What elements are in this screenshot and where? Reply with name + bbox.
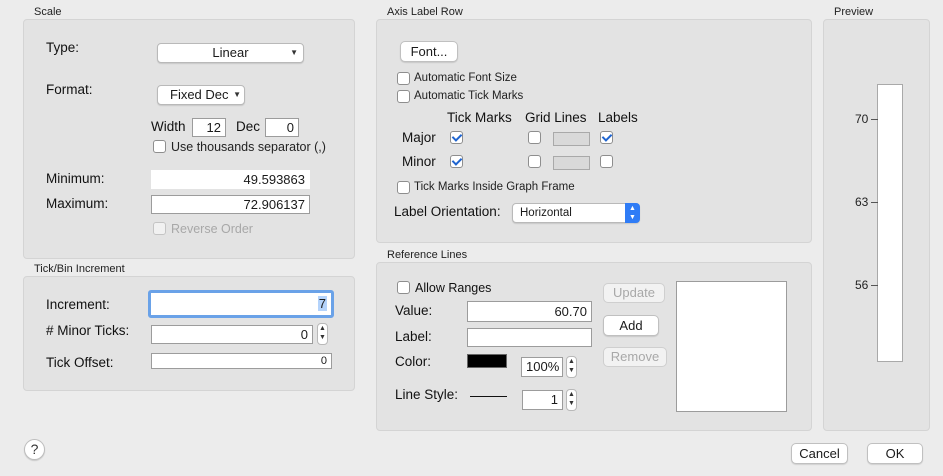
minor-ticks-field[interactable]: 0 — [151, 325, 313, 344]
type-popup[interactable]: Linear ▼ — [157, 43, 304, 63]
preview-tick-label: 56 — [855, 278, 869, 292]
format-popup[interactable]: Fixed Dec ▼ — [157, 85, 245, 105]
color-label: Color: — [395, 354, 432, 369]
chevron-down-icon: ▼ — [290, 48, 298, 57]
thousands-separator-label: Use thousands separator (,) — [171, 140, 326, 154]
preview-tick-label: 63 — [855, 195, 869, 209]
tick-marks-inside-frame-label: Tick Marks Inside Graph Frame — [414, 181, 575, 193]
automatic-font-size-label: Automatic Font Size — [414, 72, 517, 84]
scale-group-title: Scale — [34, 6, 62, 18]
label-orientation-label: Label Orientation: — [394, 204, 501, 219]
format-popup-value: Fixed Dec — [170, 87, 229, 102]
format-label: Format: — [46, 82, 93, 97]
major-row-label: Major — [402, 130, 436, 145]
preview-group-title: Preview — [834, 6, 874, 18]
label-orientation-value: Horizontal — [520, 207, 572, 219]
automatic-tick-marks-checkbox[interactable] — [397, 90, 410, 103]
reference-lines-group-title: Reference Lines — [387, 249, 468, 261]
reference-lines-list[interactable] — [676, 281, 787, 412]
line-width-field[interactable]: 1 — [522, 390, 563, 410]
cancel-button[interactable]: Cancel — [791, 443, 848, 464]
dec-label: Dec — [236, 119, 261, 134]
major-labels-checkbox[interactable] — [600, 131, 613, 144]
label-field[interactable] — [467, 328, 592, 347]
axis-label-row-group-title: Axis Label Row — [387, 6, 463, 18]
minimum-field[interactable]: 49.593863 — [151, 170, 310, 189]
reverse-order-label: Reverse Order — [171, 222, 253, 236]
line-style-preview[interactable] — [470, 396, 507, 397]
minor-grid-color-swatch[interactable] — [553, 156, 590, 170]
preview-tick-mark — [871, 119, 878, 120]
tick-marks-column-header: Tick Marks — [447, 110, 512, 125]
dec-field[interactable]: 0 — [265, 118, 299, 137]
value-field[interactable]: 60.70 — [467, 301, 592, 322]
help-button[interactable]: ? — [24, 439, 45, 460]
minimum-label: Minimum: — [46, 171, 105, 186]
line-style-label: Line Style: — [395, 387, 459, 402]
chevron-down-icon: ▼ — [233, 90, 241, 99]
minor-ticks-label: # Minor Ticks: — [46, 323, 130, 338]
minor-tick-marks-checkbox[interactable] — [450, 155, 463, 168]
minor-ticks-stepper[interactable]: ▲ ▼ — [317, 323, 328, 345]
allow-ranges-label: Allow Ranges — [415, 281, 492, 295]
remove-button[interactable]: Remove — [603, 347, 667, 367]
automatic-font-size-checkbox[interactable] — [397, 72, 410, 85]
preview-tick-mark — [871, 202, 878, 203]
update-button[interactable]: Update — [603, 283, 665, 303]
tick-marks-inside-frame-checkbox[interactable] — [397, 181, 410, 194]
increment-value: 7 — [317, 296, 327, 311]
opacity-field[interactable]: 100% — [521, 357, 563, 377]
automatic-tick-marks-label: Automatic Tick Marks — [414, 90, 524, 102]
opacity-stepper[interactable]: ▲ ▼ — [566, 356, 577, 378]
value-label: Value: — [395, 303, 433, 318]
add-button[interactable]: Add — [603, 315, 659, 336]
allow-ranges-checkbox[interactable] — [397, 281, 410, 294]
type-popup-value: Linear — [212, 45, 249, 60]
minor-row-label: Minor — [402, 154, 436, 169]
label-label: Label: — [395, 329, 432, 344]
minor-grid-lines-checkbox[interactable] — [528, 155, 541, 168]
tick-offset-label: Tick Offset: — [46, 355, 114, 370]
thousands-separator-checkbox[interactable] — [153, 140, 166, 153]
major-grid-lines-checkbox[interactable] — [528, 131, 541, 144]
reverse-order-checkbox[interactable] — [153, 222, 166, 235]
preview-tick-label: 70 — [855, 112, 869, 126]
major-tick-marks-checkbox[interactable] — [450, 131, 463, 144]
font-button[interactable]: Font... — [400, 41, 458, 62]
type-label: Type: — [46, 40, 80, 55]
tick-offset-field[interactable]: 0 — [151, 353, 332, 369]
width-field[interactable]: 12 — [192, 118, 226, 137]
labels-column-header: Labels — [598, 110, 638, 125]
preview-axis-box — [877, 84, 903, 362]
increment-label: Increment: — [46, 297, 110, 312]
ok-button[interactable]: OK — [867, 443, 923, 464]
line-width-stepper[interactable]: ▲ ▼ — [566, 389, 577, 411]
preview-tick-mark — [871, 285, 878, 286]
color-swatch[interactable] — [467, 354, 507, 368]
increment-field[interactable]: 7 — [148, 290, 334, 318]
chevron-updown-icon: ▲ ▼ — [625, 203, 640, 223]
grid-lines-column-header: Grid Lines — [525, 110, 587, 125]
label-orientation-popup[interactable]: Horizontal ▲ ▼ — [512, 203, 640, 223]
minor-labels-checkbox[interactable] — [600, 155, 613, 168]
maximum-field[interactable]: 72.906137 — [151, 195, 310, 214]
width-label: Width — [151, 119, 186, 134]
major-grid-color-swatch[interactable] — [553, 132, 590, 146]
maximum-label: Maximum: — [46, 196, 109, 211]
tick-bin-group-title: Tick/Bin Increment — [34, 263, 125, 275]
